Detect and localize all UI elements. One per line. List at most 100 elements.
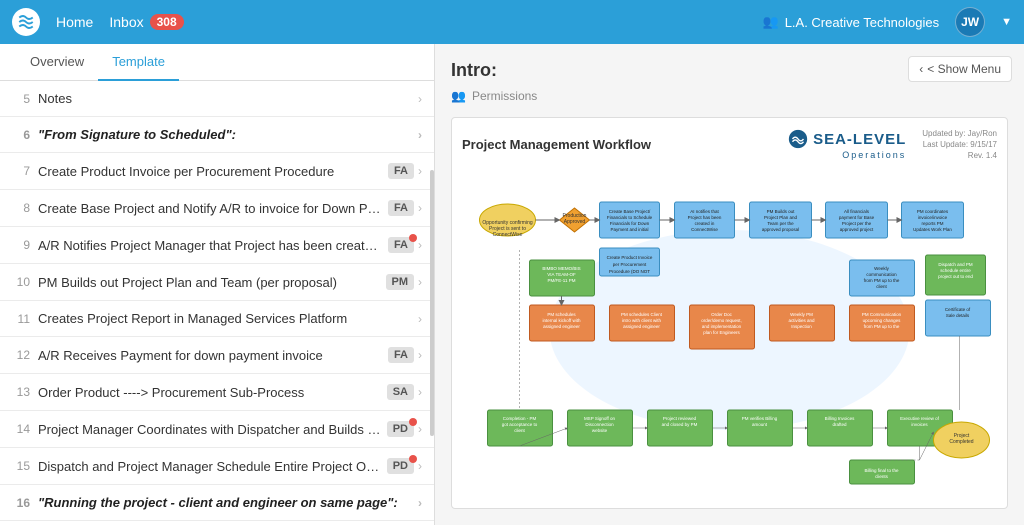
item-number: 16 [12,496,30,510]
chevron-right-icon: › [418,385,422,399]
chevron-right-icon: › [418,275,422,289]
inbox-nav-link[interactable]: Inbox 308 [109,14,183,30]
item-text: Dispatch and Project Manager Schedule En… [38,459,381,474]
svg-text:PM coordinates: PM coordinates [917,209,949,214]
sea-level-sub: Operations [842,150,906,160]
svg-text:and closed by PM: and closed by PM [662,422,698,427]
svg-text:assigned engineer: assigned engineer [623,324,660,329]
dropdown-arrow-icon[interactable]: ▼ [1001,16,1012,28]
svg-text:Team per the: Team per the [767,221,794,226]
right-panel: ‹ < Show Menu Intro: 👥 Permissions Proje… [435,44,1024,525]
diagram-meta: Updated by: Jay/Ron Last Update: 9/15/17… [922,128,997,162]
svg-text:MSP Signoff on: MSP Signoff on [584,416,616,421]
svg-text:approved project: approved project [840,227,874,232]
svg-text:activities and: activities and [788,318,815,323]
item-number: 5 [12,92,30,106]
svg-text:Billing final to the: Billing final to the [864,468,899,473]
list-item[interactable]: 15Dispatch and Project Manager Schedule … [0,448,434,485]
item-badge: FA [388,347,414,363]
svg-text:PM/FE-11 PM: PM/FE-11 PM [548,278,576,283]
svg-text:Weekly PM: Weekly PM [790,312,813,317]
svg-text:and implementation: and implementation [702,324,742,329]
sea-level-logo: SEA-LEVEL Operations [787,128,906,160]
item-badge: PD [387,421,414,437]
sea-level-icon [787,128,809,150]
home-nav-link[interactable]: Home [56,14,93,30]
list-item[interactable]: 14Project Manager Coordinates with Dispa… [0,411,434,448]
list-item[interactable]: 8Create Base Project and Notify A/R to i… [0,190,434,227]
svg-text:Dispatch and PM: Dispatch and PM [938,262,973,267]
sea-level-name: SEA-LEVEL [813,131,906,148]
chevron-right-icon: › [418,348,422,362]
svg-text:order/demo request,: order/demo request, [701,318,742,323]
chevron-right-icon: › [418,459,422,473]
list-item[interactable]: 10 PM Builds out Project Plan and Team (p… [0,264,434,301]
list-item[interactable]: 13Order Product ----> Procurement Sub-Pr… [0,374,434,411]
diagram-title-row: Project Management Workflow SEA-LEVEL Op… [462,128,997,162]
svg-text:project out to end: project out to end [938,274,973,279]
svg-text:Completion - PM: Completion - PM [503,416,537,421]
svg-text:PM Communication: PM Communication [862,312,902,317]
top-navigation: Home Inbox 308 👥 L.A. Creative Technolog… [0,0,1024,44]
svg-text:Procedure (DO NOT: Procedure (DO NOT [609,269,650,274]
chevron-right-icon: › [418,496,422,510]
diagram-title: Project Management Workflow [462,137,651,152]
svg-text:Sale details: Sale details [946,313,970,318]
org-selector[interactable]: 👥 L.A. Creative Technologies [763,14,940,30]
svg-text:invoice/invoice: invoice/invoice [918,215,948,220]
item-text: Notes [38,91,414,106]
chevron-right-icon: › [418,238,422,252]
item-badge: FA [388,200,414,216]
svg-text:Project per the: Project per the [842,221,872,226]
svg-text:Completed: Completed [949,439,973,445]
list-item[interactable]: 7Create Product Invoice per Procurement … [0,153,434,190]
list-item[interactable]: 9 A/R Notifies Project Manager that Proje… [0,227,434,264]
app-logo[interactable] [12,8,40,36]
permissions-label[interactable]: Permissions [472,89,537,103]
user-avatar[interactable]: JW [955,7,985,37]
list-item[interactable]: 5 Notes › [0,81,434,117]
svg-text:Billing Invoices: Billing Invoices [825,416,856,421]
inbox-label: Inbox [109,14,143,30]
svg-text:intro with client with: intro with client with [622,318,662,323]
item-badge: FA [388,163,414,179]
svg-text:internal kickoff with: internal kickoff with [543,318,581,323]
svg-text:BIMBO MEMO/BIS: BIMBO MEMO/BIS [542,266,580,271]
svg-text:invoices: invoices [911,422,928,427]
svg-text:Create Product Invoice: Create Product Invoice [607,255,653,260]
list-item[interactable]: 16 "Running the project - client and engi… [0,485,434,521]
svg-text:ConnectWise: ConnectWise [691,227,718,232]
item-number: 9 [12,238,30,252]
svg-text:All financials: All financials [844,209,870,214]
item-number: 10 [12,275,30,289]
chevron-right-icon: › [418,312,422,326]
item-text: Create Base Project and Notify A/R to in… [38,201,382,216]
item-text: "Running the project - client and engine… [38,495,414,510]
chevron-right-icon: › [418,92,422,106]
flowchart-svg: Opportunity confirming Project is sent t… [462,170,997,490]
list-item[interactable]: 6"From Signature to Scheduled":› [0,117,434,153]
left-panel: Overview Template 5 Notes › 6"From Signatur… [0,44,435,525]
item-number: 13 [12,385,30,399]
item-badge: PD [387,458,414,474]
svg-text:PM schedules Client: PM schedules Client [621,312,663,317]
org-name: L.A. Creative Technologies [785,15,939,30]
tab-overview[interactable]: Overview [16,44,98,81]
badge-dot [409,418,417,426]
content-wrapper: Overview Template 5 Notes › 6"From Signatur… [0,44,1024,525]
item-text: A/R Notifies Project Manager that Projec… [38,238,382,253]
svg-text:PM Builds out: PM Builds out [767,209,796,214]
scrollbar[interactable] [430,170,434,436]
svg-text:VIA TEAM-OF: VIA TEAM-OF [547,272,576,277]
svg-text:drafted: drafted [832,422,847,427]
svg-text:communication: communication [866,272,897,277]
list-item[interactable]: 11Creates Project Report in Managed Serv… [0,301,434,337]
show-menu-button[interactable]: ‹ < Show Menu [908,56,1012,82]
svg-text:created in: created in [695,221,715,226]
item-text: PM Builds out Project Plan and Team (per… [38,275,380,290]
list-item[interactable]: 12A/R Receives Payment for down payment … [0,337,434,374]
item-text: Project Manager Coordinates with Dispatc… [38,422,381,437]
svg-text:plan for Engineers: plan for Engineers [703,330,740,335]
badge-dot [409,234,417,242]
tab-template[interactable]: Template [98,44,179,81]
